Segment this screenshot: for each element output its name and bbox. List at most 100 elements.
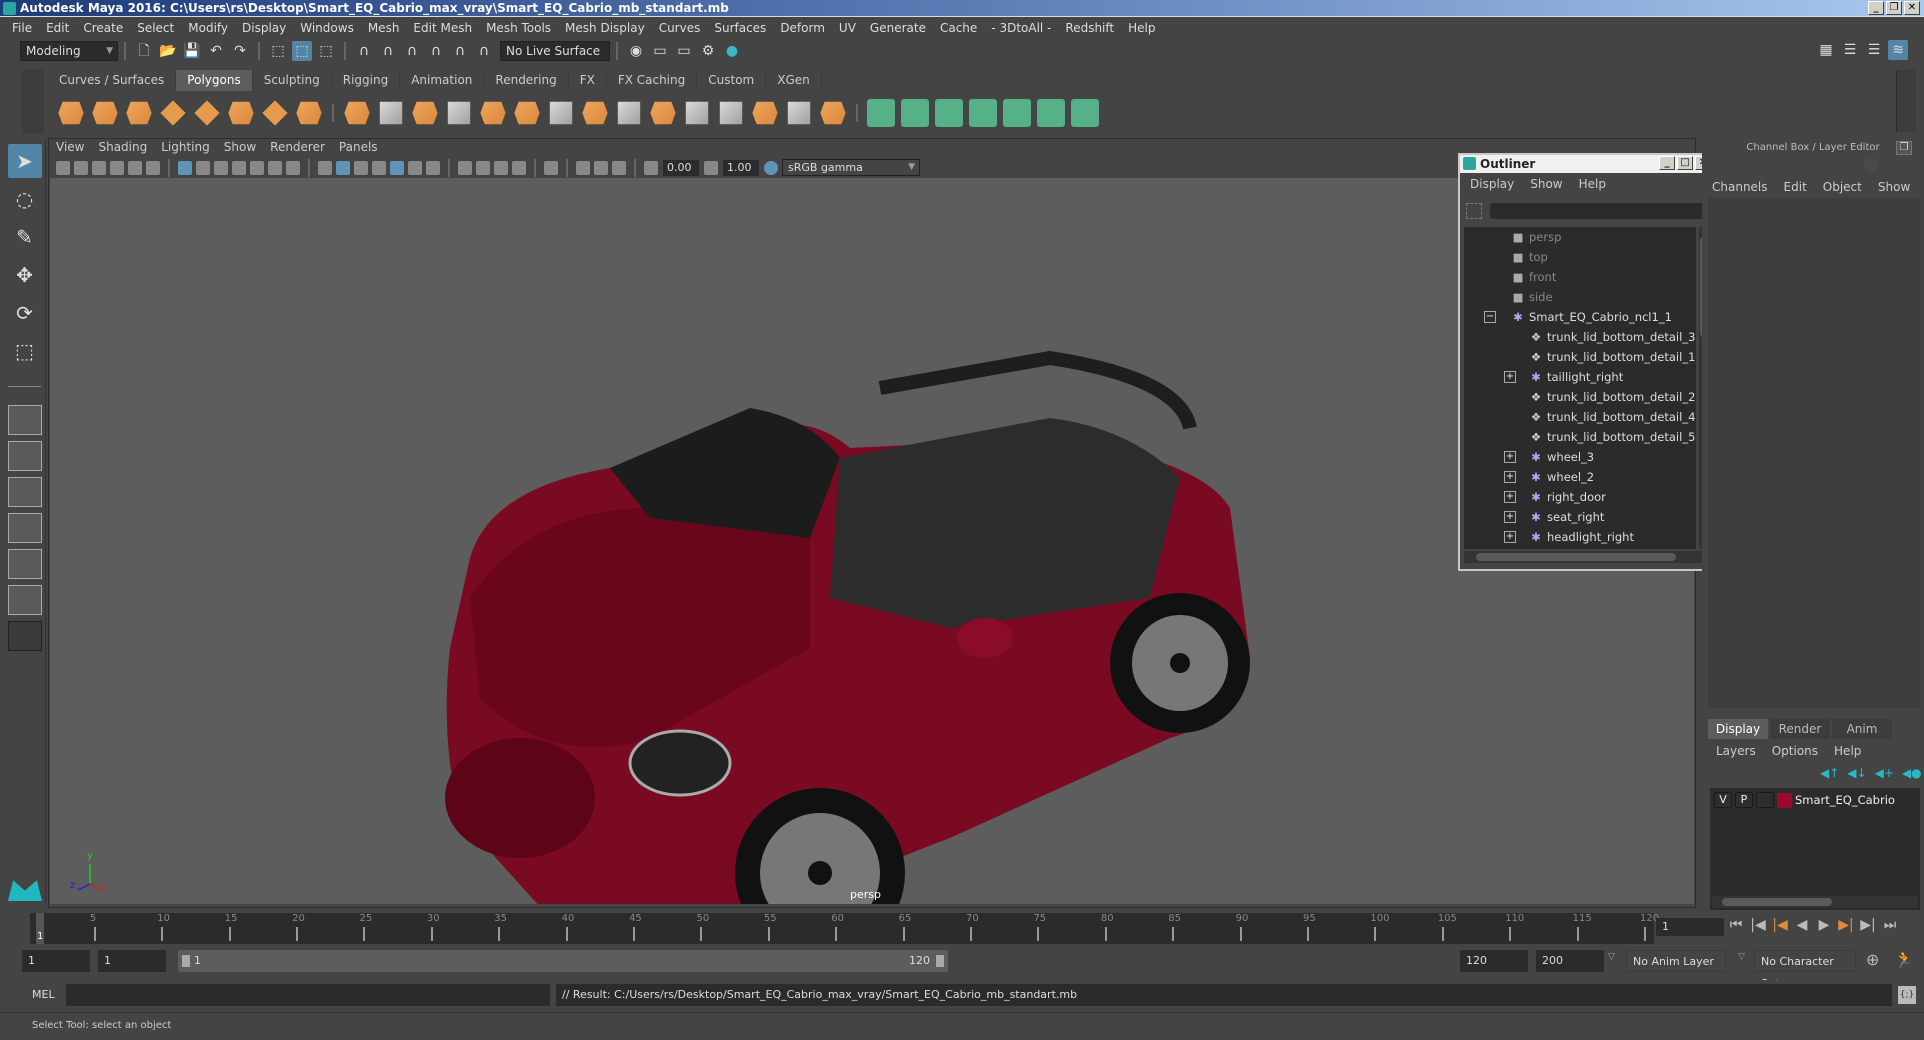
chevron-down-icon[interactable]: ▽ [1608, 952, 1615, 962]
xray-active-components-icon[interactable] [594, 160, 608, 175]
expand-toggle[interactable]: + [1504, 511, 1516, 523]
insert-edge-loop-icon[interactable] [685, 101, 709, 125]
wireframe-icon[interactable] [318, 160, 332, 175]
isolate-select-icon[interactable] [544, 160, 558, 175]
motion-blur-icon[interactable] [476, 160, 490, 175]
snap-grid-icon[interactable]: ∩ [354, 41, 374, 61]
live-surface-field[interactable]: No Live Surface [500, 41, 610, 61]
layer-tab-anim[interactable]: Anim [1832, 719, 1892, 739]
poly-cylinder-icon[interactable] [126, 101, 152, 125]
poly-cube-icon[interactable] [92, 101, 118, 125]
menu-select[interactable]: Select [137, 21, 174, 35]
four-view-layout-icon[interactable] [7, 441, 42, 471]
command-input[interactable] [66, 984, 550, 1006]
make-live-icon[interactable]: ∩ [474, 41, 494, 61]
menu-windows[interactable]: Windows [300, 21, 354, 35]
layer-row[interactable]: V P Smart_EQ_Cabrio [1714, 792, 1895, 808]
attribute-editor-icon[interactable]: ☰ [1840, 40, 1860, 60]
animation-start-field[interactable]: 1 [22, 950, 90, 972]
layer-menu-options[interactable]: Options [1772, 744, 1818, 758]
animation-preferences-icon[interactable]: 🏃 [1894, 950, 1914, 969]
outliner-item[interactable]: ■ top [1464, 247, 1696, 267]
safe-title-icon[interactable] [286, 160, 300, 175]
character-set-dropdown[interactable]: No Character Set [1754, 950, 1856, 990]
step-forward-frame-icon[interactable]: ▶| [1860, 917, 1876, 933]
sew-uv-icon[interactable] [1071, 99, 1099, 127]
default-material-icon[interactable] [354, 160, 368, 175]
menu-surfaces[interactable]: Surfaces [714, 21, 766, 35]
poly-sphere-icon[interactable] [58, 101, 84, 125]
lasso-tool-icon[interactable]: ◌ [8, 182, 42, 216]
2d-pan-zoom-icon[interactable] [128, 160, 142, 175]
menu-mesh[interactable]: Mesh [368, 21, 400, 35]
shelf-tab-xgen[interactable]: XGen [766, 70, 822, 91]
extrude-icon[interactable] [582, 101, 608, 125]
bridge-icon[interactable] [617, 101, 641, 125]
new-layer-selected-icon[interactable]: ◀● [1902, 766, 1922, 780]
fill-hole-icon[interactable] [787, 101, 811, 125]
layer-tab-display[interactable]: Display [1708, 719, 1768, 739]
gamma-field[interactable]: 1.00 [723, 159, 759, 176]
shelf-tab-animation[interactable]: Animation [400, 70, 485, 91]
minimize-button[interactable]: _ [1868, 1, 1884, 15]
outliner-maximize-button[interactable]: □ [1677, 156, 1693, 170]
layer-visibility-toggle[interactable]: V [1714, 792, 1732, 808]
separate-icon[interactable] [379, 101, 403, 125]
float-panel-button[interactable]: ❐ [1896, 141, 1912, 155]
modeling-toolkit-icon[interactable]: ▦ [1816, 40, 1836, 60]
collapse-toggle[interactable]: − [1484, 311, 1496, 323]
menu-uv[interactable]: UV [839, 21, 856, 35]
shelf-tab-fx-caching[interactable]: FX Caching [606, 70, 698, 91]
ambient-occlusion-icon[interactable] [458, 160, 472, 175]
vp-menu-view[interactable]: View [56, 140, 84, 157]
script-editor-icon[interactable]: {;} [1898, 986, 1916, 1004]
outliner-title-bar[interactable]: Outliner _ □ ✕ [1460, 155, 1713, 173]
booleans-icon[interactable] [480, 101, 506, 125]
cb-menu-channels[interactable]: Channels [1712, 180, 1768, 194]
open-scene-icon[interactable]: 📂 [158, 41, 178, 61]
menu-cache[interactable]: Cache [940, 21, 977, 35]
shelf-tab-fx[interactable]: FX [568, 70, 607, 91]
safe-action-icon[interactable] [268, 160, 282, 175]
film-gate-icon[interactable] [196, 160, 210, 175]
channel-box-layer-editor-icon[interactable]: ≋ [1888, 40, 1908, 60]
time-slider[interactable]: 1 5 10 15 20 25 30 35 40 45 50 55 60 65 70 75 80 85 90 95 10… [30, 913, 1659, 944]
expand-toggle[interactable]: + [1504, 531, 1516, 543]
menu-3dtoall[interactable]: - 3DtoAll - [991, 21, 1051, 35]
shelf-options[interactable] [22, 70, 44, 134]
single-perspective-layout-icon[interactable] [7, 405, 42, 435]
step-back-key-icon[interactable]: |◀ [1772, 917, 1788, 933]
expand-toggle[interactable]: + [1504, 471, 1516, 483]
step-back-frame-icon[interactable]: |◀ [1750, 917, 1766, 933]
vp-menu-lighting[interactable]: Lighting [161, 140, 210, 157]
redo-icon[interactable]: ↷ [230, 41, 250, 61]
playback-start-field[interactable]: 1 [98, 950, 166, 972]
layer-horizontal-scrollbar[interactable] [1712, 896, 1918, 908]
outliner-item[interactable]: + ✱ headlight_right [1464, 527, 1696, 547]
expand-toggle[interactable]: + [1504, 371, 1516, 383]
menu-generate[interactable]: Generate [870, 21, 926, 35]
vp-menu-panels[interactable]: Panels [339, 140, 378, 157]
bookmark-icon[interactable] [92, 160, 106, 175]
vp-menu-show[interactable]: Show [224, 140, 256, 157]
outliner-item[interactable]: + ✱ wheel_3 [1464, 447, 1696, 467]
outliner-item[interactable]: ■ side [1464, 287, 1696, 307]
outliner-item[interactable]: ■ front [1464, 267, 1696, 287]
planar-uv-icon[interactable] [867, 99, 895, 127]
select-hierarchy-icon[interactable]: ⬚ [268, 41, 288, 61]
outliner-item[interactable]: + ✱ right_door [1464, 487, 1696, 507]
menu-edit[interactable]: Edit [46, 21, 69, 35]
reduce-icon[interactable] [514, 101, 540, 125]
poly-pipe-icon[interactable] [296, 101, 322, 125]
color-space-dropdown[interactable]: sRGB gamma ▼ [782, 159, 920, 176]
field-chart-icon[interactable] [250, 160, 264, 175]
hypershade-layout-icon[interactable] [7, 549, 42, 579]
tool-settings-icon[interactable]: ☰ [1864, 40, 1884, 60]
xray-joints-icon[interactable] [612, 160, 626, 175]
save-scene-icon[interactable]: 💾 [182, 41, 202, 61]
resolution-gate-icon[interactable] [214, 160, 228, 175]
custom-layout-icon[interactable] [7, 621, 42, 651]
move-layer-down-icon[interactable]: ◀↓ [1847, 766, 1866, 780]
snap-view-plane-icon[interactable]: ∩ [426, 41, 446, 61]
gamma-icon[interactable] [704, 160, 718, 175]
